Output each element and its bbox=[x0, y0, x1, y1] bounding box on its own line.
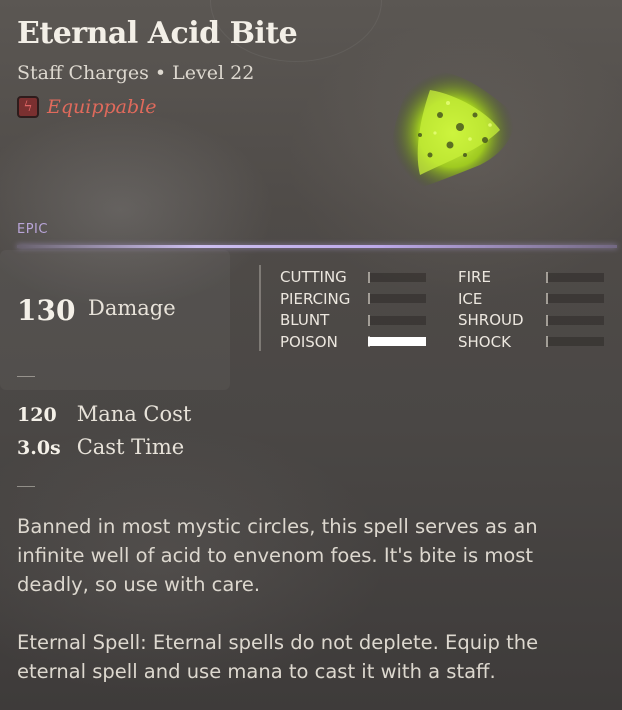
damage-type-bar bbox=[546, 336, 604, 347]
item-subtitle: Staff Charges • Level 22 bbox=[17, 62, 255, 84]
mana-cost-value: 120 bbox=[17, 404, 57, 426]
rarity-label: EPIC bbox=[17, 222, 48, 237]
mana-cost-row: 120 Mana Cost bbox=[17, 402, 191, 426]
equippable-badge: ϟ Equippable bbox=[17, 96, 156, 118]
damage-type-bar-tick bbox=[546, 293, 548, 304]
damage-type-label: CUTTING bbox=[280, 268, 347, 286]
damage-type-row: POISON bbox=[280, 332, 426, 352]
cast-time-value: 3.0s bbox=[17, 437, 61, 459]
eternal-spell-text: Eternal Spell: Eternal spells do not dep… bbox=[17, 631, 539, 683]
damage-type-bar-tick bbox=[546, 271, 548, 283]
damage-type-bar-tick bbox=[368, 314, 370, 326]
damage-type-row: PIERCING bbox=[280, 289, 426, 309]
damage-type-label: SHROUD bbox=[458, 311, 524, 329]
damage-type-bar-tick bbox=[546, 336, 548, 347]
flavor-text: Banned in most mystic circles, this spel… bbox=[17, 515, 538, 596]
damage-value: 130 bbox=[17, 294, 76, 327]
equippable-label: Equippable bbox=[47, 96, 157, 118]
damage-type-label: FIRE bbox=[458, 268, 491, 286]
damage-type-bar-tick bbox=[368, 271, 370, 283]
damage-type-bar bbox=[546, 314, 604, 326]
cast-time-label: Cast Time bbox=[76, 435, 185, 459]
lightning-bolt-icon: ϟ bbox=[17, 96, 39, 118]
damage-type-bar bbox=[368, 293, 426, 304]
damage-type-bar bbox=[368, 271, 426, 283]
damage-type-label: SHOCK bbox=[458, 332, 511, 351]
damage-type-row: CUTTING bbox=[280, 267, 426, 287]
damage-type-bar bbox=[368, 314, 426, 326]
damage-type-bar-tick bbox=[368, 293, 370, 304]
section-divider bbox=[17, 486, 35, 487]
damage-divider bbox=[259, 265, 261, 351]
item-title: Eternal Acid Bite bbox=[17, 16, 298, 51]
damage-type-row: SHROUD bbox=[458, 310, 604, 330]
damage-type-bar-fill bbox=[368, 337, 426, 346]
damage-type-bar-tick bbox=[546, 314, 548, 326]
damage-type-row: BLUNT bbox=[280, 310, 426, 330]
cast-time-row: 3.0s Cast Time bbox=[17, 435, 184, 459]
damage-label: Damage bbox=[88, 296, 176, 320]
damage-type-bar bbox=[368, 336, 426, 347]
damage-type-row: FIRE bbox=[458, 267, 604, 287]
damage-type-label: PIERCING bbox=[280, 289, 351, 308]
section-divider bbox=[17, 376, 35, 377]
damage-type-label: BLUNT bbox=[280, 311, 330, 329]
damage-type-label: POISON bbox=[280, 332, 338, 351]
acid-splash-icon bbox=[391, 71, 514, 195]
mana-cost-label: Mana Cost bbox=[76, 402, 192, 426]
damage-type-row: ICE bbox=[458, 289, 604, 309]
damage-type-bar bbox=[546, 293, 604, 304]
rarity-divider bbox=[17, 245, 617, 248]
damage-type-label: ICE bbox=[458, 289, 483, 308]
damage-type-row: SHOCK bbox=[458, 332, 604, 352]
damage-type-bar bbox=[546, 271, 604, 283]
